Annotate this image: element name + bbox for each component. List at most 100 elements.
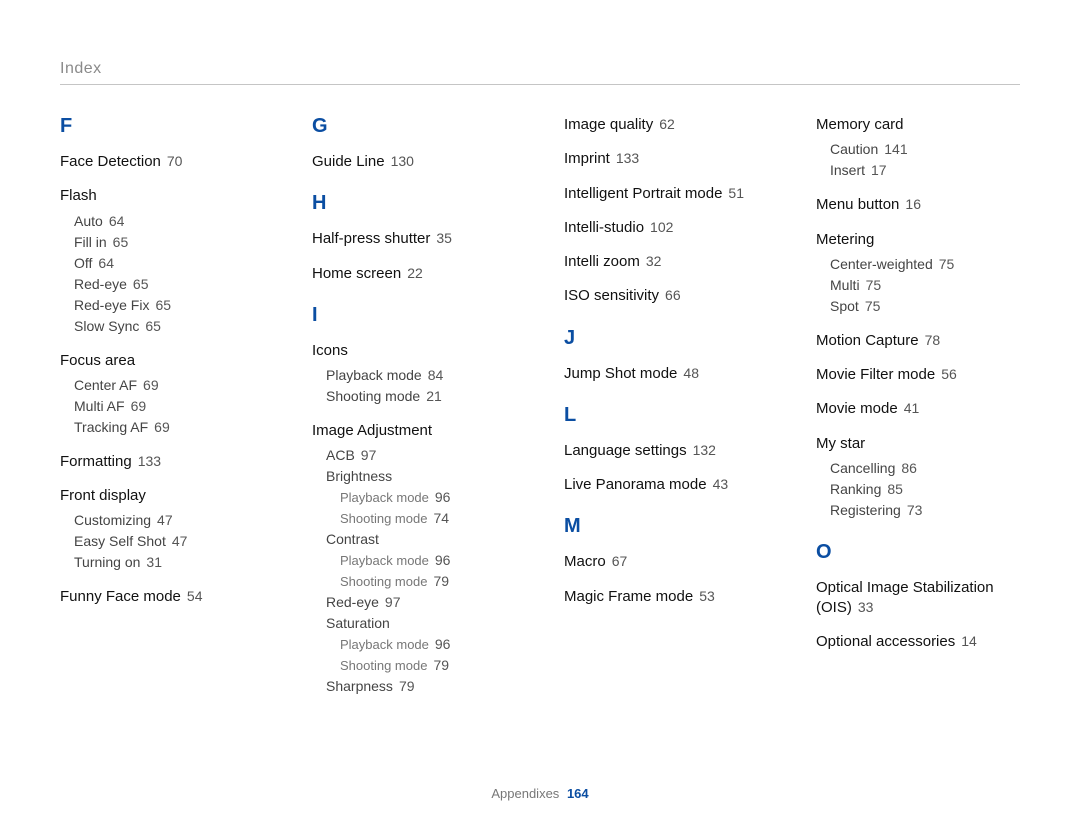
index-subsubentry: Shooting mode79: [340, 655, 516, 676]
index-column: Image quality62Imprint133Intelligent Por…: [564, 115, 768, 711]
entry-label: Slow Sync: [74, 318, 139, 334]
entry-label: Red-eye: [326, 594, 379, 610]
index-subentry: Red-eye 97: [326, 592, 516, 613]
index-entry: Macro67: [564, 552, 768, 572]
index-subentry: Insert 17: [830, 160, 1020, 181]
entry-page: 17: [871, 162, 887, 178]
index-letter: M: [564, 515, 768, 538]
entry-label: Registering: [830, 502, 901, 518]
entry-page: 79: [399, 678, 415, 694]
entry-page: 65: [145, 318, 161, 334]
entry-label: Contrast: [326, 531, 379, 547]
entry-page: 65: [133, 276, 149, 292]
index-entry: Icons: [312, 341, 516, 361]
entry-label: Playback mode: [340, 553, 429, 568]
entry-page: 96: [435, 489, 451, 505]
subsublist: Playback mode 96 Shooting mode74: [326, 487, 516, 529]
entry-label: Half-press shutter: [312, 230, 430, 247]
entry-label: Insert: [830, 162, 865, 178]
index-letter: G: [312, 115, 516, 138]
index-entry: My star: [816, 434, 1020, 454]
entry-label: Language settings: [564, 442, 687, 459]
entry-label: Guide Line: [312, 153, 385, 170]
entry-label: Magic Frame mode: [564, 588, 693, 605]
index-entry: ISO sensitivity66: [564, 286, 768, 306]
entry-label: Face Detection: [60, 153, 161, 170]
index-subsubentry: Shooting mode74: [340, 508, 516, 529]
sublist: Cancelling86Ranking85Registering73: [816, 458, 1020, 521]
entry-label: Movie Filter mode: [816, 366, 935, 383]
index-subentry: Registering73: [830, 500, 1020, 521]
index-subentry: Sharpness79: [326, 676, 516, 697]
entry-page: 47: [172, 533, 188, 549]
sublist: Customizing47Easy Self Shot47 Turning on 3…: [60, 510, 264, 573]
index-entry: Home screen22: [312, 264, 516, 284]
entry-page: 64: [109, 213, 125, 229]
entry-label: Metering: [816, 231, 874, 248]
sublist: Playback mode84Shooting mode21: [312, 365, 516, 407]
entry-page: 16: [905, 196, 921, 212]
sublist: Caution141Insert17: [816, 139, 1020, 181]
entry-page: 31: [146, 554, 162, 570]
index-subsubentry: Shooting mode79: [340, 571, 516, 592]
entry-page: 54: [187, 588, 203, 604]
entry-label: Funny Face mode: [60, 588, 181, 605]
entry-page: 96: [435, 636, 451, 652]
index-entry: Menu button16: [816, 195, 1020, 215]
entry-label: Playback mode: [326, 367, 422, 383]
entry-label: Turning on: [74, 554, 140, 570]
entry-label: ISO sensitivity: [564, 287, 659, 304]
entry-page: 70: [167, 153, 183, 169]
index-subentry: Off64: [74, 253, 264, 274]
entry-label: Movie mode: [816, 400, 898, 417]
index-entry: Front display: [60, 486, 264, 506]
entry-page: 96: [435, 552, 451, 568]
index-letter: J: [564, 327, 768, 350]
entry-label: Playback mode: [340, 637, 429, 652]
index-subentry: Easy Self Shot47: [74, 531, 264, 552]
index-letter: L: [564, 404, 768, 427]
index-entry: Live Panorama mode43: [564, 475, 768, 495]
index-columns: FFace Detection70FlashAuto64Fill in65Off…: [60, 115, 1020, 711]
entry-label: Shooting mode: [326, 388, 420, 404]
entry-page: 78: [925, 332, 941, 348]
entry-label: Home screen: [312, 265, 401, 282]
entry-page: 133: [616, 150, 639, 166]
entry-page: 69: [143, 377, 159, 393]
index-subentry: Spot75: [830, 296, 1020, 317]
index-subsubentry: Playback mode 96: [340, 487, 516, 508]
footer: Appendixes 164: [0, 786, 1080, 801]
entry-page: 33: [858, 599, 874, 615]
entry-page: 133: [138, 453, 161, 469]
entry-label: Optical Image Stabilization (OIS): [816, 579, 994, 616]
entry-page: 56: [941, 366, 957, 382]
index-subentry: Contrast: [326, 529, 516, 550]
index-entry: Image Adjustment: [312, 421, 516, 441]
entry-label: Red-eye: [74, 276, 127, 292]
index-subentry: Red-eye 65: [74, 274, 264, 295]
index-entry: Intelligent Portrait mode51: [564, 184, 768, 204]
index-letter: O: [816, 541, 1020, 564]
index-entry: Half-press shutter35: [312, 229, 516, 249]
entry-label: Formatting: [60, 453, 132, 470]
entry-page: 69: [131, 398, 147, 414]
index-entry: Face Detection 70: [60, 152, 264, 172]
sublist: Auto64Fill in65Off64Red-eye65Red-eye Fix…: [60, 211, 264, 337]
entry-page: 130: [391, 153, 414, 169]
entry-label: ACB: [326, 447, 355, 463]
index-letter: I: [312, 304, 516, 327]
entry-label: Front display: [60, 487, 146, 504]
entry-page: 67: [612, 553, 628, 569]
index-subentry: ACB97: [326, 445, 516, 466]
entry-label: Image Adjustment: [312, 422, 432, 439]
entry-page: 75: [865, 298, 881, 314]
entry-label: Optional accessories: [816, 633, 955, 650]
index-subentry: Customizing47: [74, 510, 264, 531]
index-letter: F: [60, 115, 264, 138]
entry-label: Playback mode: [340, 490, 429, 505]
entry-page: 85: [887, 481, 903, 497]
entry-label: Brightness: [326, 468, 392, 484]
index-entry: Metering: [816, 230, 1020, 250]
index-subentry: Brightness: [326, 466, 516, 487]
entry-page: 97: [385, 594, 401, 610]
